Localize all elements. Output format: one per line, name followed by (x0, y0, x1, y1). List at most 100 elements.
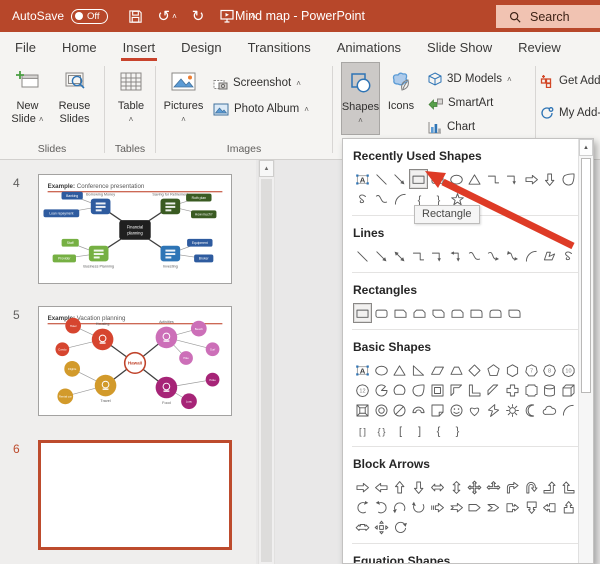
slide-thumbnail-6[interactable] (38, 440, 232, 550)
shape-halfframe[interactable] (447, 380, 466, 400)
save-icon[interactable] (128, 9, 143, 24)
shapes-button[interactable]: Shapes ˄ (341, 62, 380, 135)
shape-cube[interactable] (559, 380, 578, 400)
shape-curved-l[interactable] (372, 497, 391, 517)
tab-design[interactable]: Design (181, 40, 221, 55)
shape-striped[interactable] (428, 497, 447, 517)
autosave-control[interactable]: AutoSave Off (12, 8, 108, 24)
shape-brace-r[interactable]: } (448, 420, 467, 440)
shape-rtriangle[interactable] (409, 360, 428, 380)
shape-uturn[interactable] (522, 477, 541, 497)
scroll-up-icon[interactable]: ▲ (259, 160, 274, 177)
shape-textbox[interactable]: A (353, 169, 372, 189)
chart-button[interactable]: Chart (428, 118, 512, 136)
shape-arc[interactable] (391, 189, 410, 209)
shape-heptagon[interactable]: 7 (522, 360, 541, 380)
shape-barrow-quad[interactable] (466, 477, 485, 497)
shape-notched[interactable] (447, 497, 466, 517)
shape-barrow-left[interactable] (372, 477, 391, 497)
my-addins-button[interactable]: My Add-ins (540, 104, 600, 122)
shape-dblbrace[interactable]: { } (372, 420, 391, 440)
smartart-button[interactable]: SmartArt (428, 94, 512, 112)
tab-home[interactable]: Home (62, 40, 97, 55)
shape-moon[interactable] (522, 400, 541, 420)
shape-elbowdbl[interactable] (447, 246, 466, 266)
shape-curved[interactable] (466, 246, 485, 266)
pictures-button[interactable]: Pictures ˄ (160, 62, 207, 143)
tab-review[interactable]: Review (518, 40, 561, 55)
shape-diamond[interactable] (466, 360, 485, 380)
shape-can[interactable] (541, 380, 560, 400)
search-box[interactable]: Search (496, 5, 600, 28)
shape-diagstripe[interactable] (484, 380, 503, 400)
shape-bentup[interactable] (541, 477, 560, 497)
shape-round1[interactable] (467, 303, 486, 323)
dropdown-scrollbar[interactable]: ▲ (578, 139, 593, 563)
tab-transitions[interactable]: Transitions (248, 40, 311, 55)
shape-lightning[interactable] (484, 400, 503, 420)
tab-insert[interactable]: Insert (120, 40, 157, 61)
shape-bent[interactable] (503, 477, 522, 497)
shape-callout-quad[interactable] (372, 517, 391, 537)
shape-callout-l[interactable] (541, 497, 560, 517)
shape-cloud[interactable] (541, 400, 560, 420)
shape-arc[interactable] (522, 246, 541, 266)
shape-dodecagon[interactable]: 12 (353, 380, 372, 400)
shape-octagon[interactable]: 8 (541, 360, 560, 380)
shape-snipdiag[interactable] (429, 303, 448, 323)
shape-sun[interactable] (503, 400, 522, 420)
shape-teardrop[interactable] (409, 380, 428, 400)
shape-barrow-ud[interactable] (447, 477, 466, 497)
shape-elbow[interactable] (484, 169, 503, 189)
shape-barrow-down[interactable] (409, 477, 428, 497)
shape-curved-d[interactable] (409, 497, 428, 517)
dropdown-scrollbar-thumb[interactable] (581, 158, 591, 393)
slide-thumbnail-4[interactable]: Example: Conference presentation Borrowin… (38, 174, 232, 284)
shape-hexagon[interactable] (503, 360, 522, 380)
shape-callout-d[interactable] (522, 497, 541, 517)
slide-panel-scrollbar[interactable]: ▲ (258, 160, 275, 564)
shape-elbowarrow[interactable] (503, 169, 522, 189)
shape-barrow-lr[interactable] (428, 477, 447, 497)
new-slide-button[interactable]: New Slide ˄ (4, 62, 51, 143)
shape-barrow-up[interactable] (391, 477, 410, 497)
shape-dblarrow[interactable] (391, 246, 410, 266)
shape-barrow-down[interactable] (541, 169, 560, 189)
shape-barrow-right[interactable] (353, 477, 372, 497)
shape-snip1[interactable] (391, 303, 410, 323)
shape-callout-u[interactable] (559, 497, 578, 517)
shape-bentup2[interactable] (559, 477, 578, 497)
undo-icon[interactable]: ↺ ˄ (158, 7, 177, 25)
shape-snipround[interactable] (448, 303, 467, 323)
tab-file[interactable]: File (15, 40, 36, 55)
shape-rounddiag[interactable] (505, 303, 524, 323)
shape-trapezoid[interactable] (447, 360, 466, 380)
shape-scribble[interactable] (559, 246, 578, 266)
get-addins-button[interactable]: Get Add-ins (540, 72, 600, 90)
shape-arrow[interactable] (391, 169, 410, 189)
shape-barrow-lru[interactable] (484, 477, 503, 497)
shape-barrow-right[interactable] (522, 169, 541, 189)
shape-roundrect[interactable] (428, 169, 447, 189)
shape-pentagon[interactable] (484, 360, 503, 380)
shape-blockarc[interactable] (409, 400, 428, 420)
shape-line[interactable] (372, 169, 391, 189)
shape-bracket-l[interactable]: [ (391, 420, 410, 440)
shape-parallelogram[interactable] (428, 360, 447, 380)
reuse-slides-button[interactable]: Reuse Slides (51, 62, 98, 143)
shape-triangle[interactable] (391, 360, 410, 380)
shape-elbowarrow[interactable] (428, 246, 447, 266)
shape-oval[interactable] (372, 360, 391, 380)
dropdown-scroll-up-icon[interactable]: ▲ (579, 139, 593, 156)
tab-animations[interactable]: Animations (337, 40, 401, 55)
shape-brace-l[interactable]: { (429, 420, 448, 440)
shape-lshape[interactable] (466, 380, 485, 400)
shape-rect[interactable] (409, 169, 428, 189)
shape-elbow[interactable] (409, 246, 428, 266)
shape-callout-lr[interactable] (353, 517, 372, 537)
shape-circular[interactable] (391, 517, 410, 537)
shape-donut[interactable] (372, 400, 391, 420)
shape-scribble[interactable] (353, 189, 372, 209)
tab-slide-show[interactable]: Slide Show (427, 40, 492, 55)
shape-roundrect[interactable] (372, 303, 391, 323)
